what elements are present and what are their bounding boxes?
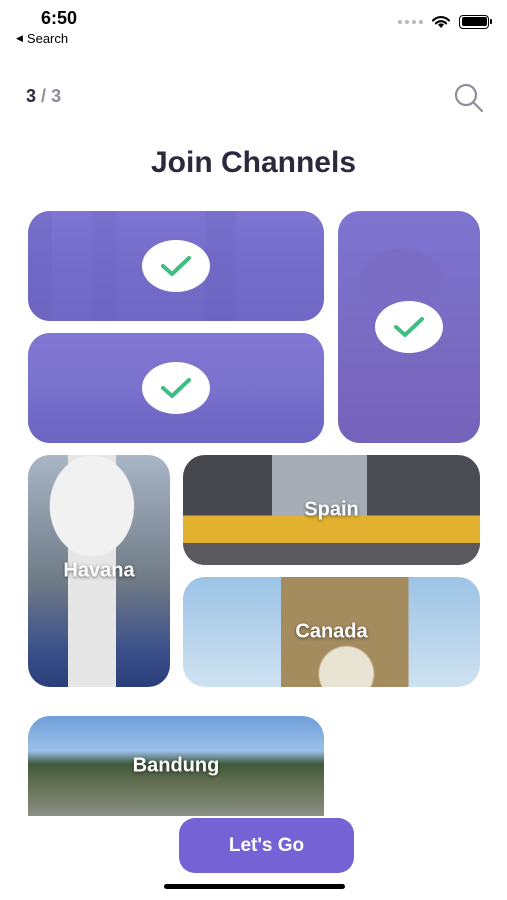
channel-label: Canada bbox=[295, 620, 368, 643]
checkmark-icon bbox=[161, 378, 191, 398]
page-separator: / bbox=[41, 86, 47, 106]
page-total: 3 bbox=[51, 86, 62, 106]
checkmark-icon bbox=[394, 317, 424, 337]
channel-tile-2[interactable] bbox=[338, 211, 480, 443]
home-indicator bbox=[164, 884, 345, 889]
checkmark-icon bbox=[161, 256, 191, 276]
signal-icon bbox=[398, 19, 423, 24]
page-current: 3 bbox=[26, 86, 37, 106]
back-label: Search bbox=[26, 31, 69, 46]
channel-label: Havana bbox=[63, 559, 135, 582]
channel-label: Bandung bbox=[132, 754, 220, 777]
channel-tile-spain[interactable]: Spain bbox=[183, 455, 480, 565]
back-to-search-link[interactable]: ◀ Search bbox=[16, 31, 68, 46]
page-indicator: 3 / 3 bbox=[26, 86, 61, 107]
channel-tile-1[interactable] bbox=[28, 211, 324, 321]
channel-tile-bandung[interactable]: Bandung bbox=[28, 716, 324, 816]
status-time: 6:50 bbox=[41, 8, 78, 28]
lets-go-button[interactable]: Let's Go bbox=[179, 818, 354, 873]
battery-icon bbox=[459, 14, 492, 29]
checkmark-badge bbox=[142, 362, 210, 414]
channel-tile-havana[interactable]: Havana bbox=[28, 455, 170, 687]
channel-tile-3[interactable] bbox=[28, 333, 324, 443]
back-arrow-icon: ◀ bbox=[16, 33, 23, 43]
checkmark-badge bbox=[142, 240, 210, 292]
channel-tile-canada[interactable]: Canada bbox=[183, 577, 480, 687]
search-icon bbox=[454, 83, 484, 113]
page-title: Join Channels bbox=[150, 146, 357, 179]
status-indicators bbox=[398, 14, 492, 29]
wifi-icon bbox=[431, 16, 451, 28]
search-button[interactable] bbox=[451, 80, 487, 116]
channel-label: Spain bbox=[304, 498, 359, 521]
checkmark-badge bbox=[375, 301, 443, 353]
